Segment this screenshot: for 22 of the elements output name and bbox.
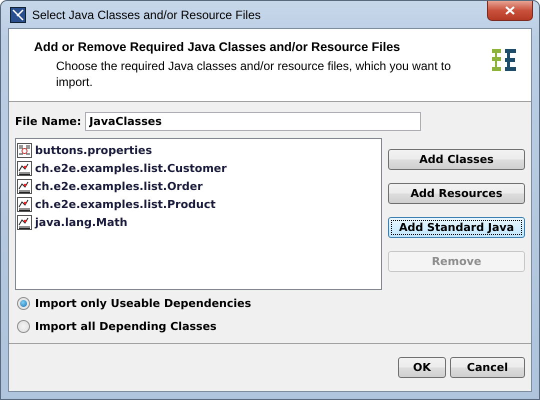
list-item[interactable]: java.lang.Math [35,216,128,228]
radio-label: Import all Depending Classes [35,320,217,333]
radio-button[interactable] [17,297,30,310]
list-item[interactable]: ch.e2e.examples.list.Customer [35,162,227,174]
list-item[interactable]: ch.e2e.examples.list.Product [35,198,216,210]
action-button[interactable]: Add Resources [388,183,525,204]
window-title: Select Java Classes and/or Resource Files [32,8,261,22]
dialog-button[interactable]: Cancel [450,357,525,378]
list-item[interactable]: buttons.properties [35,144,152,156]
close-icon [505,6,515,15]
close-button[interactable] [487,1,533,21]
header-description: Choose the required Java classes and/or resource files, which you want to import. [55,58,452,90]
radio-label: Import only Useable Dependencies [35,297,252,310]
action-button[interactable]: Add Standard Java [388,217,525,238]
list-item[interactable]: ch.e2e.examples.list.Order [35,180,203,192]
header-title: Add or Remove Required Java Classes and/or Resource Files [34,40,402,54]
file-name-label: File Name: [15,115,82,128]
action-button[interactable]: Add Classes [388,149,525,170]
radio-button[interactable] [17,320,30,333]
dialog-button[interactable]: OK [398,357,446,378]
logo-icon [491,48,517,72]
app-icon [10,6,26,22]
